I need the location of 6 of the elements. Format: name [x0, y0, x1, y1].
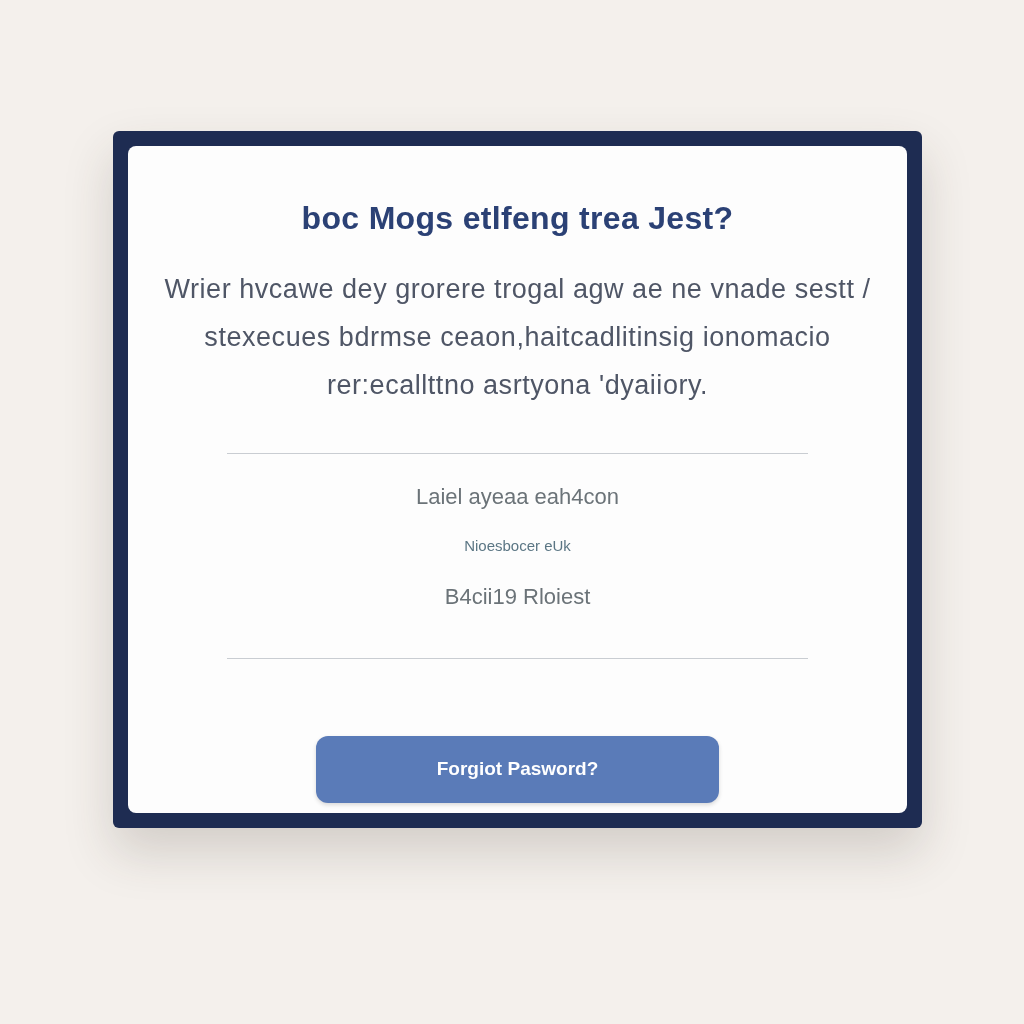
forgot-password-button[interactable]: Forgiot Pasword? — [316, 736, 719, 803]
dialog-message: Wrier hvcawe dey grorere trogal agw ae ne vnade sestt / stexecues bdrmse ceaon,haitcadlitinsig ionomacio rer:ecallttno asrtyona 'dyaiiory. — [164, 273, 871, 402]
dialog-title: boc Mogs etlfeng trea Jest? — [301, 199, 734, 237]
detail-text: B4cii19 Rloiest — [444, 583, 591, 611]
detail-text: Laiel ayeaa eah4con — [415, 483, 620, 511]
caption-text: Nioesbocer eUk — [464, 536, 571, 556]
